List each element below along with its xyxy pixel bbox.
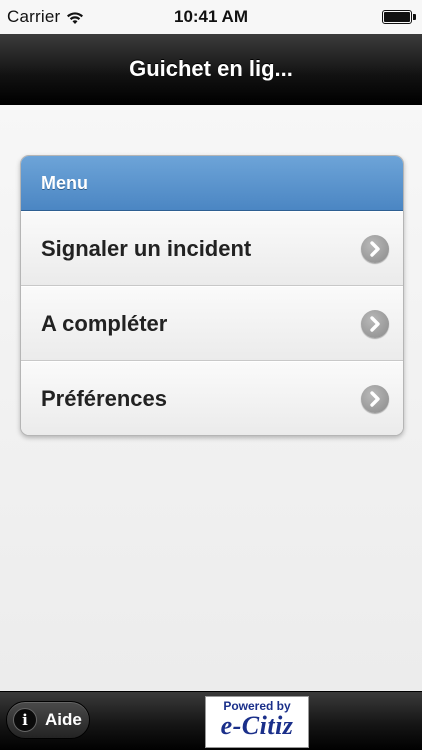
chevron-right-icon	[361, 234, 389, 263]
menu-item-label: A compléter	[41, 310, 168, 336]
status-time: 10:41 AM	[173, 7, 248, 26]
battery-fill	[384, 12, 410, 22]
info-icon: i	[13, 708, 37, 732]
battery-icon	[382, 10, 416, 24]
menu-item-signaler-incident[interactable]: Signaler un incident	[21, 211, 403, 286]
help-button[interactable]: i Aide	[6, 701, 90, 739]
chevron-right-icon	[361, 384, 389, 413]
menu-item-preferences[interactable]: Préférences	[21, 361, 403, 435]
menu-item-a-completer[interactable]: A compléter	[21, 286, 403, 361]
navigation-header: Guichet en lig...	[0, 34, 422, 105]
menu-item-label: Préférences	[41, 385, 167, 411]
menu-item-label: Signaler un incident	[41, 235, 252, 261]
main-content: Menu Signaler un incident A compléter Pr…	[0, 105, 422, 691]
status-bar: Carrier 10:41 AM	[0, 0, 422, 34]
powered-by-logo[interactable]: Powered by e-Citiz	[205, 696, 309, 748]
page-title: Guichet en lig...	[129, 56, 293, 81]
footer-toolbar: i Aide Powered by e-Citiz	[0, 691, 422, 750]
menu-list: Menu Signaler un incident A compléter Pr…	[20, 155, 404, 436]
help-label: Aide	[45, 710, 82, 729]
menu-header: Menu	[21, 156, 403, 211]
chevron-right-icon	[361, 309, 389, 338]
brand-name: e-Citiz	[220, 711, 294, 740]
battery-tip	[413, 14, 416, 20]
